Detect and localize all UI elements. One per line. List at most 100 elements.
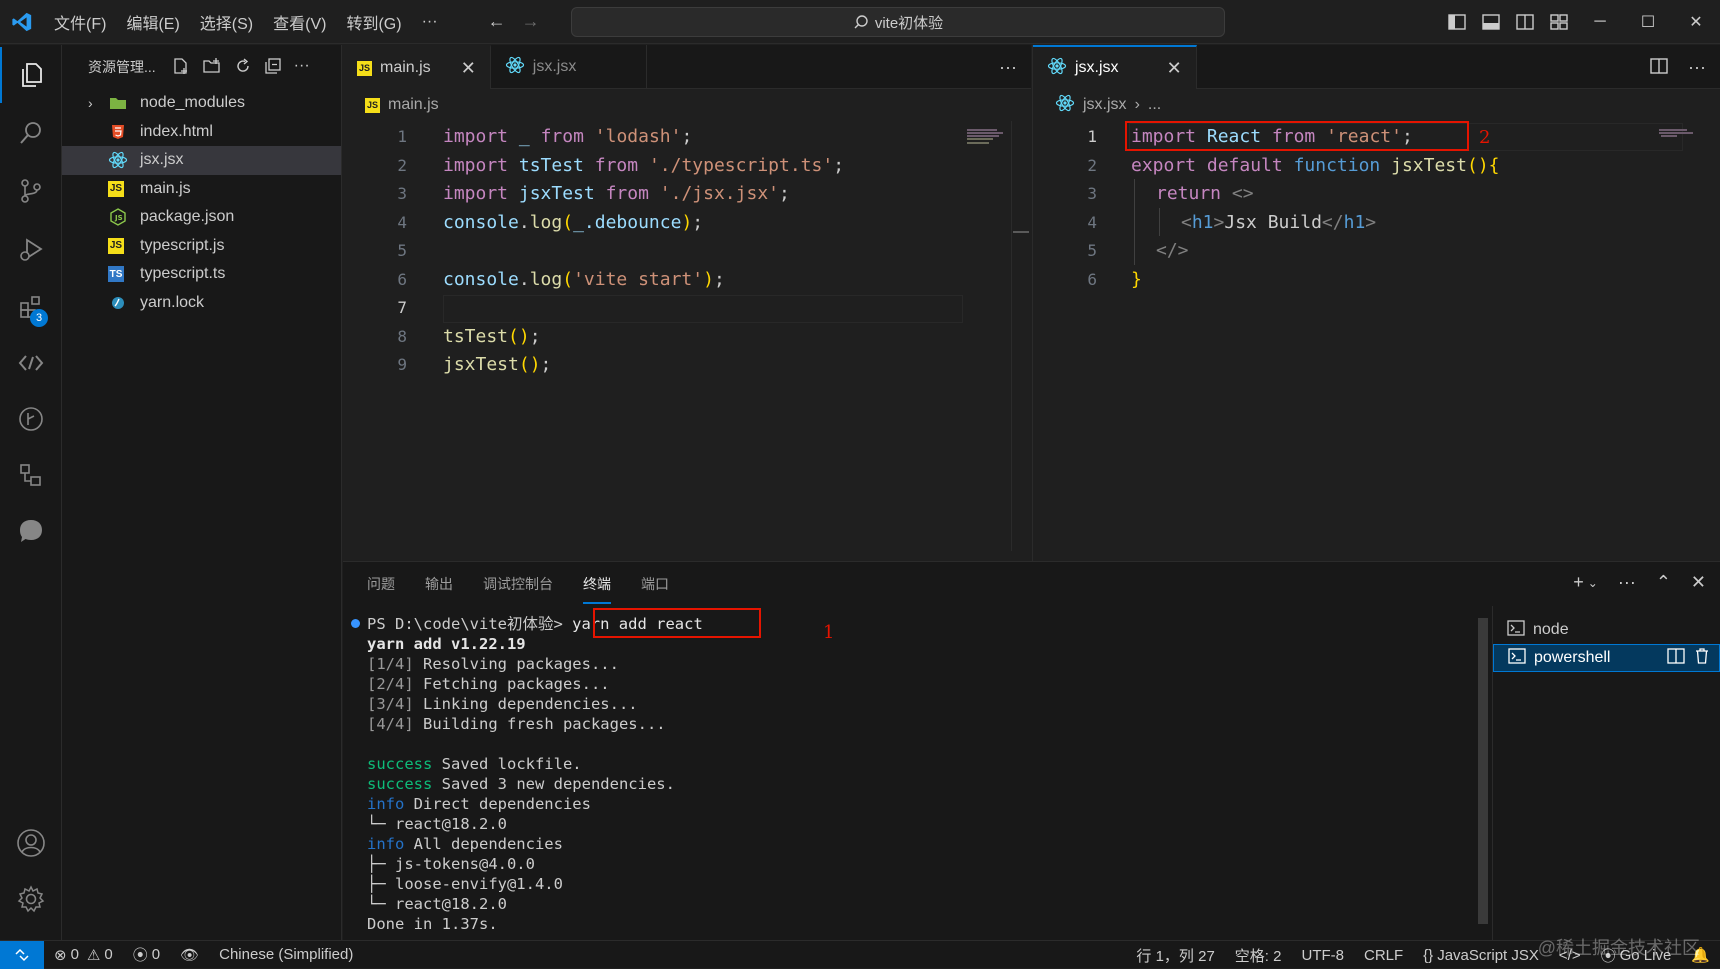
testing-icon[interactable] bbox=[0, 447, 62, 503]
timeline-icon[interactable] bbox=[0, 391, 62, 447]
toggle-panel-icon[interactable] bbox=[1474, 14, 1508, 30]
eol-status[interactable]: CRLF bbox=[1354, 947, 1413, 964]
menu-edit[interactable]: 编辑(E) bbox=[116, 10, 189, 34]
language-pack-status[interactable]: Chinese (Simplified) bbox=[209, 946, 363, 963]
forward-arrow-icon[interactable]: → bbox=[522, 11, 540, 32]
new-file-icon[interactable] bbox=[172, 57, 190, 78]
tab-main-js[interactable]: JS main.js ✕ bbox=[343, 45, 491, 89]
remote-indicator-icon[interactable] bbox=[0, 940, 44, 969]
encoding-status[interactable]: UTF-8 bbox=[1291, 947, 1354, 964]
collapse-all-icon[interactable] bbox=[264, 57, 282, 78]
tree-file-jsx-jsx[interactable]: jsx.jsx bbox=[62, 146, 341, 175]
terminal-line: [1/4] Resolving packages... bbox=[367, 655, 619, 673]
line-number: 6 bbox=[1087, 269, 1097, 289]
breadcrumb-file[interactable]: jsx.jsx bbox=[1083, 96, 1127, 114]
close-tab-icon[interactable]: ✕ bbox=[461, 58, 476, 79]
remote-explorer-icon[interactable] bbox=[0, 335, 62, 391]
tab-problems[interactable]: 问题 bbox=[367, 574, 395, 594]
breadcrumb-symbols[interactable]: ... bbox=[1148, 96, 1161, 114]
code-line: import _ from 'lodash'; bbox=[443, 126, 693, 147]
tree-file-package-json[interactable]: JS package.json bbox=[62, 203, 341, 232]
menu-more[interactable]: ··· bbox=[412, 13, 448, 31]
indent-guide bbox=[1134, 179, 1135, 265]
run-debug-icon[interactable] bbox=[0, 221, 62, 277]
trash-icon[interactable] bbox=[1695, 647, 1709, 669]
customize-layout-icon[interactable] bbox=[1542, 14, 1576, 30]
tree-file-typescript-ts[interactable]: TS typescript.ts bbox=[62, 260, 341, 289]
terminal-line: └─ react@18.2.0 bbox=[367, 895, 507, 913]
ports-status[interactable]: ⦿ 0 bbox=[123, 944, 170, 965]
menu-go[interactable]: 转到(G) bbox=[336, 10, 411, 34]
error-icon: ⊗ bbox=[54, 946, 67, 964]
close-tab-icon[interactable]: ✕ bbox=[1167, 58, 1182, 79]
line-number: 1 bbox=[397, 127, 407, 146]
search-icon[interactable] bbox=[0, 105, 62, 161]
extensions-icon[interactable]: 3 bbox=[0, 279, 62, 335]
tree-folder-node-modules[interactable]: › node_modules bbox=[62, 89, 341, 118]
code-area-left[interactable]: 1 2 3 4 5 6 7 8 9 import _ from 'lodash'… bbox=[343, 121, 1031, 561]
tab-ports[interactable]: 端口 bbox=[641, 574, 669, 594]
tree-file-index-html[interactable]: index.html bbox=[62, 118, 341, 147]
new-terminal-icon[interactable]: + bbox=[1573, 572, 1584, 593]
tree-file-main-js[interactable]: JS main.js bbox=[62, 175, 341, 204]
language-mode-status[interactable]: {} JavaScript JSX bbox=[1413, 947, 1549, 964]
explorer-icon[interactable] bbox=[0, 47, 62, 103]
terminal-scrollbar[interactable] bbox=[1478, 618, 1488, 924]
terminal-item-node[interactable]: node bbox=[1493, 616, 1720, 644]
indent-guide bbox=[1159, 208, 1160, 236]
highlight-box-import-react bbox=[1125, 121, 1469, 151]
minimap[interactable] bbox=[967, 129, 1027, 149]
new-folder-icon[interactable] bbox=[202, 57, 222, 78]
code-area-right[interactable]: 1 2 3 4 5 6 import React from 'react'; e… bbox=[1033, 121, 1720, 561]
terminal-output[interactable]: PS D:\code\vite初体验> yarn add react yarn … bbox=[351, 608, 1387, 934]
eye-icon[interactable]: 👁 bbox=[170, 946, 209, 964]
editor-more-actions-icon[interactable]: ··· bbox=[999, 57, 1017, 78]
refresh-icon[interactable] bbox=[234, 57, 252, 78]
terminal-line: ├─ loose-envify@1.4.0 bbox=[367, 875, 563, 893]
minimize-icon[interactable]: ─ bbox=[1576, 13, 1624, 31]
accounts-icon[interactable] bbox=[0, 815, 62, 871]
split-terminal-icon[interactable] bbox=[1667, 647, 1685, 669]
tab-terminal[interactable]: 终端 bbox=[583, 564, 611, 604]
terminal-item-powershell[interactable]: powershell bbox=[1493, 644, 1720, 672]
split-editor-icon[interactable] bbox=[1650, 57, 1668, 80]
manage-gear-icon[interactable] bbox=[0, 871, 62, 927]
maximize-panel-icon[interactable]: ⌃ bbox=[1656, 572, 1671, 593]
tab-jsx-jsx-active[interactable]: jsx.jsx ✕ bbox=[1033, 45, 1197, 89]
cursor-position-status[interactable]: 行 1，列 27 bbox=[1126, 945, 1224, 966]
back-arrow-icon[interactable]: ← bbox=[488, 11, 506, 32]
close-window-icon[interactable]: ✕ bbox=[1672, 12, 1720, 32]
chat-icon[interactable] bbox=[0, 503, 62, 559]
indentation-status[interactable]: 空格: 2 bbox=[1225, 945, 1292, 966]
tree-file-typescript-js[interactable]: JS typescript.js bbox=[62, 232, 341, 261]
tab-jsx-jsx[interactable]: jsx.jsx bbox=[491, 45, 648, 89]
tab-label: jsx.jsx bbox=[1075, 59, 1119, 76]
toggle-primary-sidebar-icon[interactable] bbox=[1440, 14, 1474, 30]
breadcrumb-file[interactable]: main.js bbox=[388, 96, 439, 114]
minimap[interactable] bbox=[1659, 125, 1719, 145]
tab-debug-console[interactable]: 调试控制台 bbox=[483, 574, 553, 594]
menu-file[interactable]: 文件(F) bbox=[44, 10, 116, 34]
terminal-icon bbox=[1508, 647, 1526, 669]
explorer-more-icon[interactable]: ··· bbox=[294, 57, 310, 78]
toggle-secondary-sidebar-icon[interactable] bbox=[1508, 14, 1542, 30]
command-center-search[interactable]: vite初体验 bbox=[571, 7, 1225, 37]
chevron-down-icon[interactable]: ⌄ bbox=[1588, 576, 1598, 593]
breadcrumb: JS main.js bbox=[343, 89, 1031, 121]
close-panel-icon[interactable]: ✕ bbox=[1691, 572, 1706, 593]
scrollbar-thumb[interactable] bbox=[1013, 231, 1029, 233]
source-control-icon[interactable] bbox=[0, 163, 62, 219]
javascript-icon: JS bbox=[108, 237, 124, 254]
menu-selection[interactable]: 选择(S) bbox=[190, 10, 263, 34]
problems-status[interactable]: ⊗ 0 ⚠ 0 bbox=[44, 946, 123, 964]
tree-file-yarn-lock[interactable]: yarn.lock bbox=[62, 289, 341, 318]
panel-more-icon[interactable]: ··· bbox=[1618, 572, 1636, 593]
menu-view[interactable]: 查看(V) bbox=[263, 10, 336, 34]
editor-more-actions-icon[interactable]: ··· bbox=[1688, 57, 1706, 78]
tab-output[interactable]: 输出 bbox=[425, 574, 453, 594]
tab-label: jsx.jsx bbox=[532, 58, 577, 75]
yarn-icon bbox=[108, 293, 128, 313]
terminal-list: node powershell bbox=[1492, 606, 1720, 941]
maximize-icon[interactable]: ☐ bbox=[1624, 12, 1672, 32]
